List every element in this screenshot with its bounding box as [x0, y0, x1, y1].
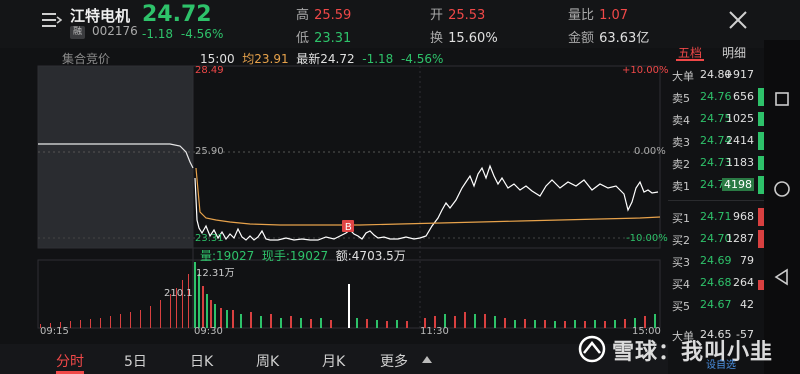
y-axis-top: 28.49: [195, 65, 224, 76]
pct-axis-bot: -10.00%: [626, 233, 668, 244]
tab-daily-k[interactable]: 日K: [190, 351, 213, 371]
average-price-line: [195, 167, 661, 226]
chart-info-line: 15:00 均23.91 最新24.72 -1.18 -4.56%: [200, 52, 444, 66]
stat-high: 高 25.59: [296, 8, 352, 23]
sell1-row: 卖1 24.72 4198: [668, 174, 764, 196]
svg-text:B: B: [345, 222, 352, 233]
more-dropdown-icon[interactable]: [422, 356, 432, 363]
y-axis-mid: 25.90: [195, 146, 224, 157]
pct-axis-top: +10.00%: [622, 65, 669, 76]
tab-weekly-k[interactable]: 周K: [256, 351, 279, 371]
back-icon[interactable]: [773, 268, 791, 286]
watermark-text: 雪球：我叫小韭: [612, 340, 774, 365]
tab-5day[interactable]: 5日: [124, 351, 147, 371]
tab-monthly-k[interactable]: 月K: [322, 351, 345, 371]
recent-apps-icon[interactable]: [773, 90, 791, 108]
big-sell-row: 大单 24.80 +917: [672, 68, 754, 83]
stat-open: 开 25.53: [430, 8, 486, 23]
buy2-row: 买2 24.70 1287: [668, 228, 764, 250]
auction-label: 集合竞价: [62, 52, 111, 66]
tab-details[interactable]: 明细: [722, 44, 746, 61]
sell4-row: 卖4 24.75 1025: [668, 108, 764, 130]
stock-code: 002176: [92, 24, 138, 38]
volume-axis-top: 12.31万: [196, 268, 235, 279]
time-label-0915: 09:15: [40, 326, 69, 337]
close-icon[interactable]: [726, 8, 750, 32]
snowball-logo-icon: [578, 335, 606, 363]
sell3-row: 卖3 24.74 2414: [668, 130, 764, 152]
buy3-row: 买3 24.69 79: [672, 254, 754, 269]
stat-low: 低 23.31: [296, 31, 352, 46]
volume-bars: [40, 262, 656, 328]
pct-axis-mid: 0.00%: [634, 146, 666, 157]
system-navigation-bar: [764, 40, 800, 374]
tab-more[interactable]: 更多: [380, 351, 408, 371]
price-change: -1.18 -4.56%: [142, 27, 223, 41]
volume-axis-mid: 210.1: [164, 288, 193, 299]
stat-volume-ratio: 量比 1.07: [568, 8, 629, 23]
buy1-row: 买1 24.71 968: [668, 206, 764, 228]
chart-canvas: B: [37, 65, 661, 329]
buy5-row: 买5 24.67 42: [672, 298, 754, 313]
book-tab-indicator: [676, 59, 704, 61]
price-line: [194, 164, 659, 241]
change-value: -1.18: [142, 27, 174, 41]
stat-turnover: 换 15.60%: [430, 31, 498, 46]
period-tab-bar: 分时 5日 日K 周K 月K 更多: [0, 344, 668, 374]
stock-name: 江特电机: [70, 7, 131, 25]
add-watchlist-link[interactable]: 设自选: [706, 356, 736, 371]
margin-badge: 融: [70, 26, 86, 39]
time-label-1130: 11:30: [420, 326, 449, 337]
tab-intraday[interactable]: 分时: [56, 351, 84, 371]
home-icon[interactable]: [773, 180, 791, 198]
buy4-row: 买4 24.68 264: [668, 272, 764, 294]
sell2-row: 卖2 24.73 1183: [668, 152, 764, 174]
stat-amount: 金额 63.63亿: [568, 31, 650, 46]
volume-info-line: 量:19027 现手:19027 额:4703.5万: [200, 249, 406, 263]
change-percent: -4.56%: [180, 27, 224, 41]
menu-icon[interactable]: [42, 12, 62, 28]
order-book: 五档 明细 大单 24.80 +917 卖5 24.76 656 卖4 24.75 10…: [668, 40, 764, 374]
time-label-0930: 09:30: [194, 326, 223, 337]
current-price: 24.72: [142, 2, 212, 27]
y-axis-bot: 23.31: [195, 233, 224, 244]
intraday-chart[interactable]: B 集合竞价 15:00 均23.91 最新24.72 -1.18 -4.56%…: [0, 48, 669, 374]
sell5-row: 卖5 24.76 656: [668, 86, 764, 108]
auction-area: [38, 66, 193, 248]
